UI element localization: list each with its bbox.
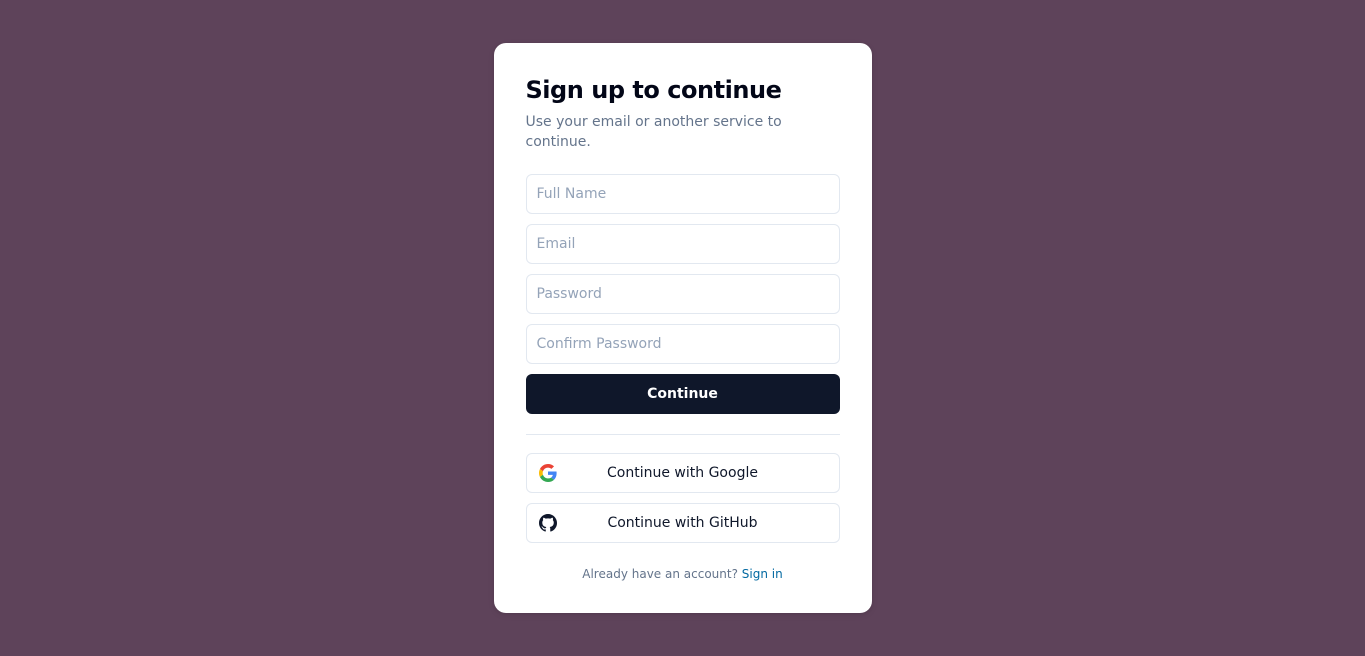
confirm-password-field[interactable] — [526, 324, 840, 364]
footer-prompt: Already have an account? — [582, 567, 742, 581]
signup-card: Sign up to continue Use your email or an… — [494, 43, 872, 614]
continue-button[interactable]: Continue — [526, 374, 840, 414]
sign-in-link[interactable]: Sign in — [742, 567, 783, 581]
email-field[interactable] — [526, 224, 840, 264]
continue-with-github-button[interactable]: Continue with GitHub — [526, 503, 840, 543]
page-title: Sign up to continue — [526, 75, 840, 106]
github-button-label: Continue with GitHub — [607, 515, 757, 531]
github-icon — [539, 514, 557, 532]
full-name-field[interactable] — [526, 174, 840, 214]
google-icon — [539, 464, 557, 482]
footer-text: Already have an account? Sign in — [526, 567, 840, 581]
continue-with-google-button[interactable]: Continue with Google — [526, 453, 840, 493]
divider — [526, 434, 840, 435]
signup-form: Continue — [526, 174, 840, 414]
password-field[interactable] — [526, 274, 840, 314]
google-button-label: Continue with Google — [607, 465, 758, 481]
page-subtitle: Use your email or another service to con… — [526, 112, 840, 153]
